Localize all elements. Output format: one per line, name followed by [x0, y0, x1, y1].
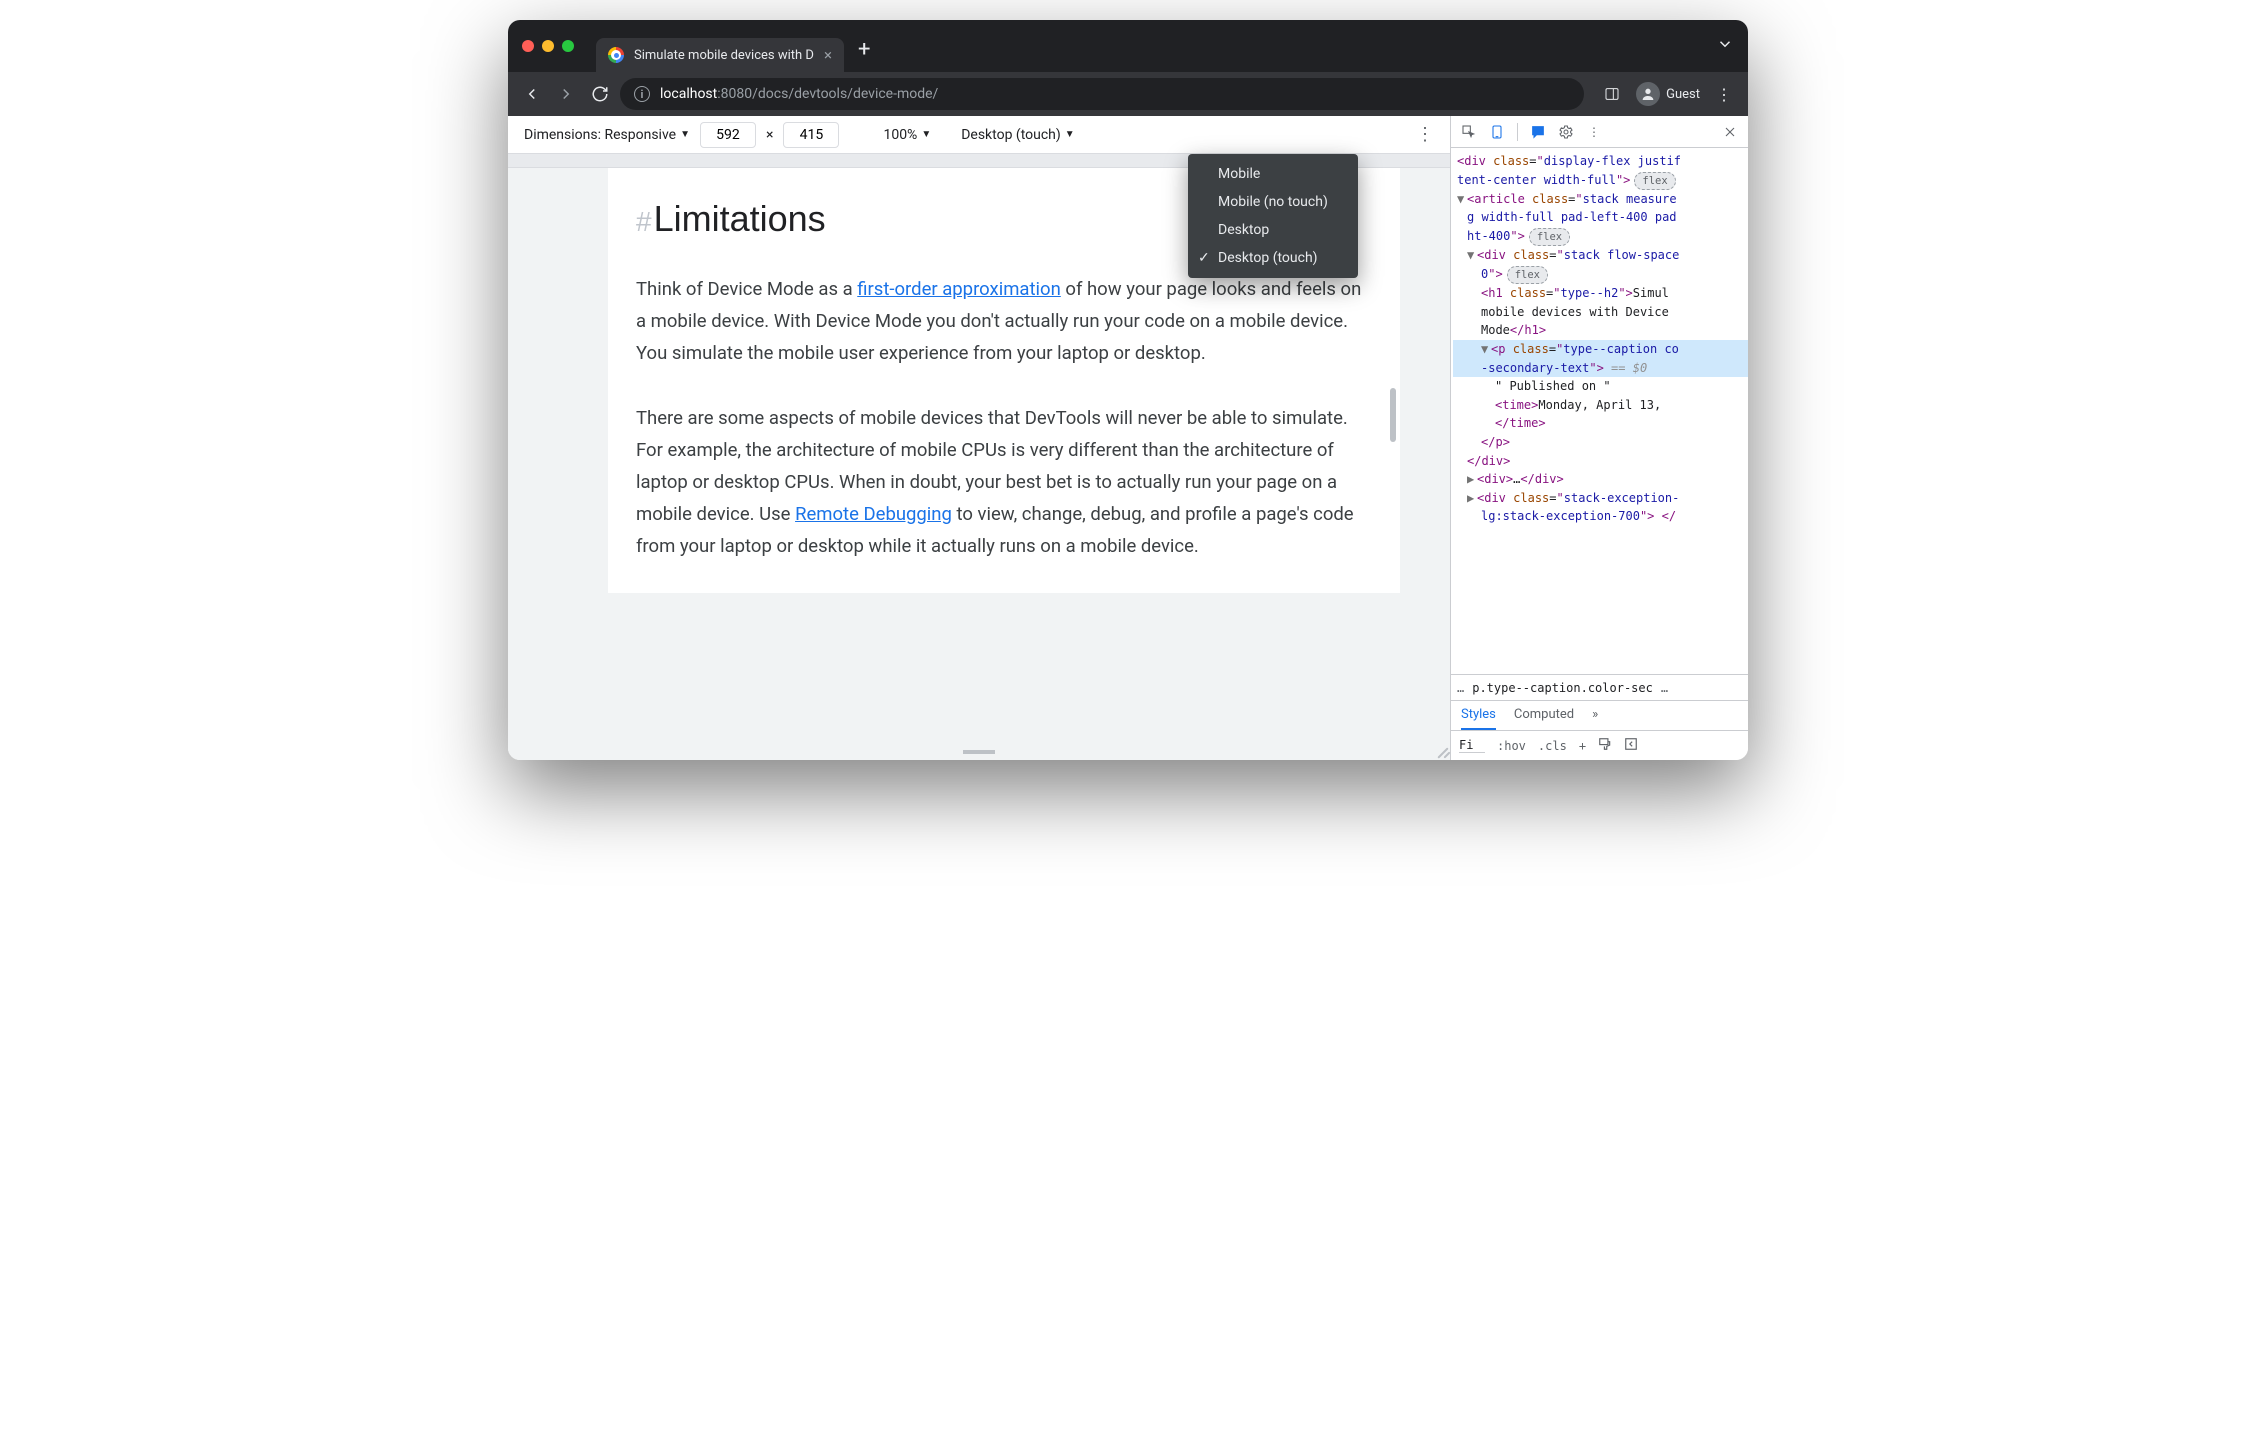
browser-menu-button[interactable]: ⋮	[1710, 80, 1738, 108]
address-bar: i localhost:8080/docs/devtools/device-mo…	[508, 72, 1748, 116]
scrollbar-thumb[interactable]	[1390, 388, 1396, 442]
new-style-rule-button[interactable]: +	[1579, 739, 1586, 753]
devtools-tabbar: ⋮	[1451, 116, 1748, 148]
inspect-element-button[interactable]	[1457, 120, 1481, 144]
zoom-dropdown[interactable]: 100%▼	[883, 127, 931, 143]
window-close-button[interactable]	[522, 40, 534, 52]
device-toolbar-more-button[interactable]: ⋮	[1416, 124, 1434, 145]
tab-styles[interactable]: Styles	[1461, 701, 1496, 730]
tab-more[interactable]: »	[1592, 701, 1598, 730]
menu-item-mobile[interactable]: Mobile	[1188, 160, 1358, 188]
tab-close-button[interactable]: ×	[824, 46, 832, 64]
cls-button[interactable]: .cls	[1538, 739, 1567, 753]
styles-toolbar: :hov .cls +	[1451, 730, 1748, 760]
viewport-drag-handle[interactable]	[963, 750, 995, 754]
settings-button[interactable]	[1554, 120, 1578, 144]
menu-item-mobile-no-touch[interactable]: Mobile (no touch)	[1188, 188, 1358, 216]
hov-button[interactable]: :hov	[1497, 739, 1526, 753]
reload-button[interactable]	[586, 80, 614, 108]
device-type-menu: Mobile Mobile (no touch) Desktop Desktop…	[1188, 154, 1358, 278]
window-maximize-button[interactable]	[562, 40, 574, 52]
computed-sidebar-button[interactable]	[1624, 737, 1638, 754]
styles-tabs: Styles Computed »	[1451, 700, 1748, 730]
tab-computed[interactable]: Computed	[1514, 701, 1574, 730]
guest-avatar-icon	[1636, 82, 1660, 106]
link-first-order-approx[interactable]: first-order approximation	[857, 278, 1061, 300]
styles-filter-input[interactable]	[1459, 738, 1485, 753]
menu-item-desktop[interactable]: Desktop	[1188, 216, 1358, 244]
width-input[interactable]	[700, 122, 756, 148]
devtools-panel: ⋮ <div class="display-flex justif tent-c…	[1450, 116, 1748, 760]
viewport-resize-corner[interactable]	[1432, 742, 1448, 758]
new-tab-button[interactable]: +	[858, 37, 870, 62]
link-remote-debugging[interactable]: Remote Debugging	[795, 503, 952, 525]
page-paragraph-2: There are some aspects of mobile devices…	[636, 403, 1372, 562]
dimensions-dropdown[interactable]: Dimensions: Responsive▼	[524, 127, 690, 143]
browser-window: Simulate mobile devices with D × + i loc…	[508, 20, 1748, 760]
window-minimize-button[interactable]	[542, 40, 554, 52]
page-paragraph-1: Think of Device Mode as a first-order ap…	[636, 274, 1372, 369]
device-toolbar: Dimensions: Responsive▼ × 100%▼ Desktop …	[508, 116, 1450, 154]
menu-item-desktop-touch[interactable]: Desktop (touch)	[1188, 244, 1358, 272]
tab-title: Simulate mobile devices with D	[634, 48, 814, 63]
breadcrumb[interactable]: … p.type--caption.color-sec …	[1451, 674, 1748, 700]
toggle-device-button[interactable]	[1485, 120, 1509, 144]
window-controls	[522, 40, 574, 52]
browser-tab[interactable]: Simulate mobile devices with D ×	[596, 38, 844, 72]
anchor-hash[interactable]: #	[636, 206, 652, 237]
device-viewport: Dimensions: Responsive▼ × 100%▼ Desktop …	[508, 116, 1450, 760]
height-input[interactable]	[783, 122, 839, 148]
whats-new-button[interactable]	[1526, 120, 1550, 144]
url-bar[interactable]: i localhost:8080/docs/devtools/device-mo…	[620, 78, 1584, 110]
tab-search-button[interactable]	[1716, 35, 1734, 57]
devtools-close-button[interactable]	[1718, 120, 1742, 144]
url-text: localhost:8080/docs/devtools/device-mode…	[660, 86, 938, 102]
elements-tree[interactable]: <div class="display-flex justif tent-cen…	[1451, 148, 1748, 674]
profile-button[interactable]: Guest	[1636, 82, 1700, 106]
main-content: Dimensions: Responsive▼ × 100%▼ Desktop …	[508, 116, 1748, 760]
styles-paint-icon[interactable]	[1598, 737, 1612, 754]
device-type-dropdown[interactable]: Desktop (touch)▼	[961, 127, 1074, 143]
chrome-favicon-icon	[608, 47, 624, 63]
dimension-separator: ×	[766, 127, 773, 143]
side-panel-button[interactable]	[1598, 80, 1626, 108]
forward-button[interactable]	[552, 80, 580, 108]
back-button[interactable]	[518, 80, 546, 108]
site-info-icon[interactable]: i	[634, 86, 650, 102]
devtools-more-button[interactable]: ⋮	[1582, 120, 1606, 144]
window-titlebar: Simulate mobile devices with D × +	[508, 20, 1748, 72]
